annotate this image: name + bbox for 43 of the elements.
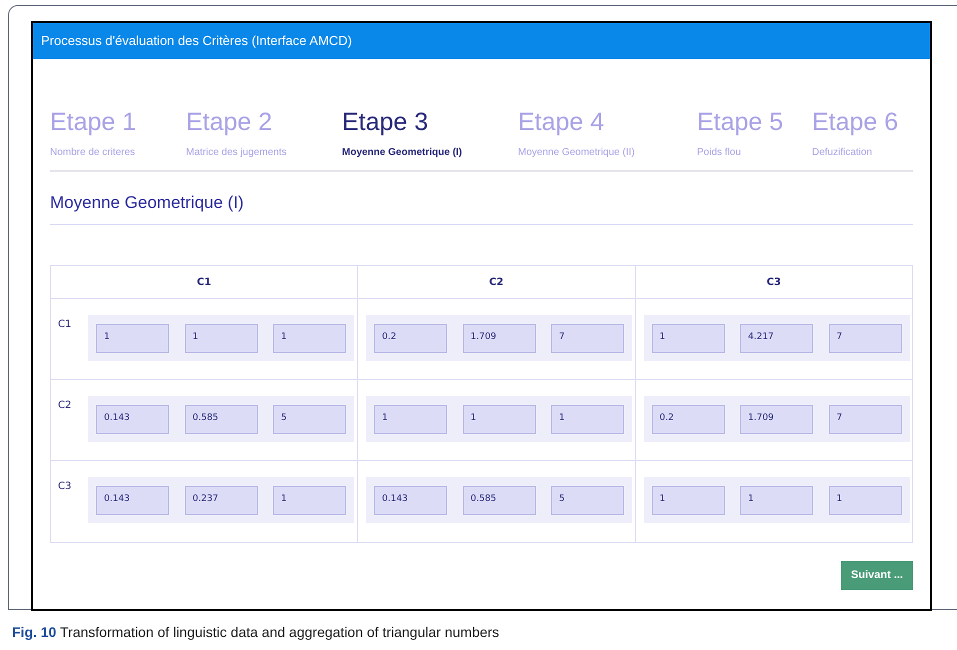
row-label: C3 xyxy=(58,480,72,494)
value-field[interactable]: 7 xyxy=(828,324,902,352)
value-field[interactable]: 1.709 xyxy=(462,324,536,352)
value-field[interactable]: 0.585 xyxy=(462,486,536,514)
value-field[interactable]: 5 xyxy=(551,486,624,514)
value-field[interactable]: 1 xyxy=(551,404,624,434)
value-field[interactable]: 0.2 xyxy=(374,324,448,352)
window-title: Processus d'évaluation des Critères (Interface AMCD) xyxy=(41,32,352,50)
value-field[interactable]: 1 xyxy=(652,324,725,352)
value-field[interactable]: 0.585 xyxy=(184,404,258,434)
value-field[interactable]: 5 xyxy=(273,404,346,434)
value-field[interactable]: 1 xyxy=(828,486,902,514)
value-field[interactable]: 1 xyxy=(96,324,169,352)
step-caption: Nombre de criteres xyxy=(50,146,136,160)
step-caption: Moyenne Geometrique (II) xyxy=(518,146,636,160)
value-field[interactable]: 0.143 xyxy=(374,486,448,514)
value-field[interactable]: 0.143 xyxy=(96,486,169,514)
row-label: C2 xyxy=(58,399,72,413)
value-field[interactable]: 1 xyxy=(273,486,346,514)
column-header: C2 xyxy=(489,276,504,290)
value-field[interactable]: 1 xyxy=(652,486,725,514)
value-field[interactable]: 0.237 xyxy=(184,486,258,514)
value-field[interactable]: 7 xyxy=(828,404,902,434)
row-label: C1 xyxy=(58,318,72,332)
value-field[interactable]: 1 xyxy=(462,404,536,434)
value-field[interactable]: 7 xyxy=(551,324,624,352)
step-caption: Matrice des jugements xyxy=(186,146,288,160)
section-title: Moyenne Geometrique (I) xyxy=(50,193,244,212)
value-field[interactable]: 1 xyxy=(184,324,258,352)
value-field[interactable]: 0.143 xyxy=(96,404,169,434)
figure-caption: Fig. 10 Transformation of linguistic data and aggregation of triangular numbers xyxy=(12,623,500,642)
step-caption: Defuzification xyxy=(812,146,874,160)
value-field[interactable]: 1 xyxy=(740,486,814,514)
step-title[interactable]: Etape 3 xyxy=(342,107,518,137)
value-field[interactable]: 1 xyxy=(374,404,448,434)
column-header: C3 xyxy=(766,276,781,290)
value-field[interactable]: 0.2 xyxy=(652,404,725,434)
value-field[interactable]: 1.709 xyxy=(740,404,814,434)
step-caption: Moyenne Geometrique (I) xyxy=(342,146,464,160)
value-field[interactable]: 1 xyxy=(273,324,346,352)
step-caption: Poids flou xyxy=(697,146,742,160)
column-header: C1 xyxy=(196,276,212,290)
value-field[interactable]: 4.217 xyxy=(740,324,814,352)
